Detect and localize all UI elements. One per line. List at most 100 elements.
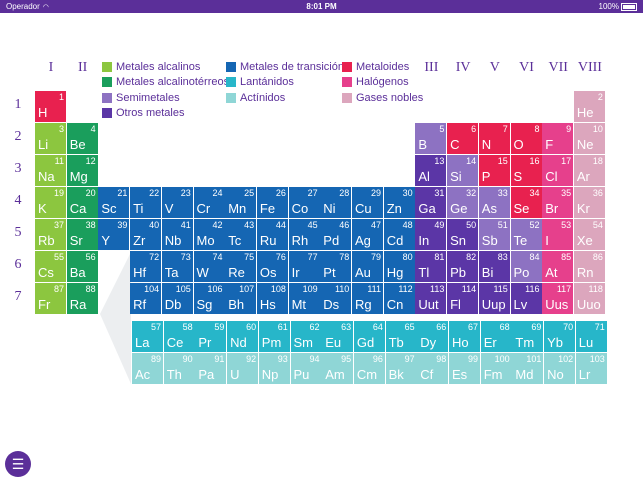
element-tile[interactable]: 46 Pd — [320, 219, 352, 250]
element-tile[interactable]: 24 Cr — [193, 187, 225, 218]
element-tile[interactable]: 109 Mt — [288, 283, 320, 314]
element-tile[interactable]: 6C — [447, 123, 479, 154]
element-tile[interactable]: 34 Se — [510, 187, 542, 218]
element-tile[interactable]: 65 Tb — [385, 321, 417, 352]
element-tile[interactable]: 55 Cs — [35, 251, 66, 282]
element-tile[interactable]: 62 Sm — [290, 321, 322, 352]
element-tile[interactable]: 48 Cd — [383, 219, 415, 250]
element-tile[interactable]: 108 Hs — [256, 283, 288, 314]
element-tile[interactable]: 3 Li — [35, 123, 66, 154]
element-tile[interactable]: 16 S — [510, 155, 542, 186]
element-tile[interactable]: 104 Rf — [130, 283, 162, 314]
element-tile[interactable]: 51 Sb — [478, 219, 510, 250]
element-tile[interactable]: 68 Er — [480, 321, 512, 352]
element-tile[interactable]: 18 Ar — [573, 155, 605, 186]
element-tile[interactable]: 88 Ra — [66, 283, 98, 314]
element-tile[interactable]: 112 Cn — [383, 283, 415, 314]
element-tile[interactable]: 14 Si — [447, 155, 479, 186]
element-tile[interactable]: 113 Uut — [415, 283, 447, 314]
element-tile[interactable]: 63 Eu — [322, 321, 354, 352]
element-tile[interactable]: 25 Mn — [225, 187, 257, 218]
element-tile[interactable]: 105 Db — [161, 283, 193, 314]
element-tile[interactable]: 17 Cl — [542, 155, 574, 186]
element-tile[interactable]: 85 At — [542, 251, 574, 282]
element-tile[interactable]: 43 Tc — [225, 219, 257, 250]
element-tile[interactable]: 75 Re — [225, 251, 257, 282]
element-tile[interactable]: 96 Cm — [353, 353, 385, 384]
element-tile[interactable]: 61 Pm — [258, 321, 290, 352]
element-tile[interactable]: 98 Cf — [417, 353, 449, 384]
element-tile[interactable]: 64 Gd — [353, 321, 385, 352]
element-tile[interactable]: 110 Ds — [320, 283, 352, 314]
element-tile[interactable]: 27 Co — [288, 187, 320, 218]
element-tile[interactable]: 13 Al — [415, 155, 447, 186]
element-tile[interactable]: 71 Lu — [575, 321, 607, 352]
element-tile[interactable]: 29 Cu — [352, 187, 383, 218]
element-tile[interactable]: 11 Na — [35, 155, 66, 186]
element-tile[interactable]: 4 Be — [66, 123, 98, 154]
element-tile[interactable]: 19 K — [35, 187, 66, 218]
element-tile[interactable]: 72 Hf — [130, 251, 162, 282]
element-tile[interactable]: 23 V — [161, 187, 193, 218]
element-tile[interactable]: 1H — [35, 91, 66, 122]
element-tile[interactable]: 111 Rg — [352, 283, 383, 314]
element-tile[interactable]: 66 Dy — [417, 321, 449, 352]
element-tile[interactable]: 67 Ho — [449, 321, 480, 352]
element-tile[interactable]: 117 Uus — [542, 283, 574, 314]
element-tile[interactable]: 21 Sc — [98, 187, 130, 218]
element-tile[interactable]: 81 Tl — [415, 251, 447, 282]
element-tile[interactable]: 74 W — [193, 251, 225, 282]
element-tile[interactable]: 50 Sn — [447, 219, 479, 250]
element-tile[interactable]: 53 I — [542, 219, 574, 250]
element-tile[interactable]: 8O — [510, 123, 542, 154]
element-tile[interactable]: 52 Te — [510, 219, 542, 250]
element-tile[interactable]: 102 No — [544, 353, 576, 384]
element-tile[interactable]: 100 Fm — [480, 353, 512, 384]
element-tile[interactable]: 99 Es — [449, 353, 480, 384]
element-tile[interactable]: 47 Ag — [352, 219, 383, 250]
element-tile[interactable]: 97 Bk — [385, 353, 417, 384]
element-tile[interactable]: 76 Os — [256, 251, 288, 282]
element-tile[interactable]: 40 Zr — [130, 219, 162, 250]
element-tile[interactable]: 32 Ge — [447, 187, 479, 218]
element-tile[interactable]: 116 Lv — [510, 283, 542, 314]
element-tile[interactable]: 45 Rh — [288, 219, 320, 250]
element-tile[interactable]: 82 Pb — [447, 251, 479, 282]
element-tile[interactable]: 10 Ne — [573, 123, 605, 154]
element-tile[interactable]: 54 Xe — [573, 219, 605, 250]
element-tile[interactable]: 38 Sr — [66, 219, 98, 250]
element-tile[interactable]: 69 Tm — [512, 321, 544, 352]
element-tile[interactable]: 22 Ti — [130, 187, 162, 218]
element-tile[interactable]: 56 Ba — [66, 251, 98, 282]
element-tile[interactable]: 73 Ta — [161, 251, 193, 282]
element-tile[interactable]: 5B — [415, 123, 447, 154]
element-tile[interactable]: 90 Th — [163, 353, 195, 384]
element-tile[interactable]: 41 Nb — [161, 219, 193, 250]
element-tile[interactable]: 28 Ni — [320, 187, 352, 218]
element-tile[interactable]: 115 Uup — [478, 283, 510, 314]
element-tile[interactable]: 20 Ca — [66, 187, 98, 218]
element-tile[interactable]: 87 Fr — [35, 283, 66, 314]
element-tile[interactable]: 12 Mg — [66, 155, 98, 186]
element-tile[interactable]: 94 Pu — [290, 353, 322, 384]
element-tile[interactable]: 42 Mo — [193, 219, 225, 250]
element-tile[interactable]: 101 Md — [512, 353, 544, 384]
element-tile[interactable]: 95 Am — [322, 353, 354, 384]
element-tile[interactable]: 37 Rb — [35, 219, 66, 250]
element-tile[interactable]: 31 Ga — [415, 187, 447, 218]
element-tile[interactable]: 7N — [478, 123, 510, 154]
element-tile[interactable]: 35 Br — [542, 187, 574, 218]
element-tile[interactable]: 89 Ac — [132, 353, 163, 384]
element-tile[interactable]: 59 Pr — [195, 321, 227, 352]
element-tile[interactable]: 114 Fl — [447, 283, 479, 314]
element-tile[interactable]: 78 Pt — [320, 251, 352, 282]
element-tile[interactable]: 57 La — [132, 321, 163, 352]
element-tile[interactable]: 39 Y — [98, 219, 130, 250]
element-tile[interactable]: 44 Ru — [256, 219, 288, 250]
element-tile[interactable]: 86 Rn — [573, 251, 605, 282]
element-tile[interactable]: 2 He — [573, 91, 605, 122]
element-tile[interactable]: 60 Nd — [227, 321, 259, 352]
element-tile[interactable]: 36 Kr — [573, 187, 605, 218]
menu-button[interactable]: ☰ — [5, 451, 31, 477]
element-tile[interactable]: 26 Fe — [256, 187, 288, 218]
